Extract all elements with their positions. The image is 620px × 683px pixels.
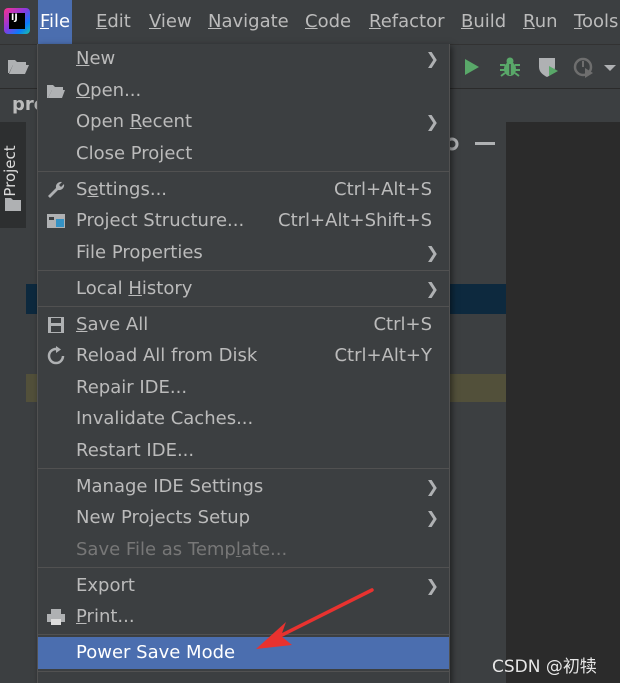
menu-item-open[interactable]: Open... (38, 76, 449, 106)
menu-item-file-properties[interactable]: File Properties ❯ (38, 238, 449, 268)
menu-file[interactable]: File (38, 0, 73, 44)
menu-item-save-file-as-template: Save File as Template... (76, 539, 288, 560)
menu-separator (38, 671, 449, 672)
folder-icon (47, 85, 65, 98)
menu-tools[interactable]: Tools (572, 0, 620, 44)
coverage-icon[interactable] (535, 54, 561, 80)
profiler-icon[interactable] (571, 54, 597, 80)
save-icon (48, 317, 64, 333)
menu-separator (38, 270, 449, 271)
editor-area (506, 122, 620, 683)
menu-item-new-projects-setup[interactable]: New Projects Setup ❯ (38, 503, 449, 533)
menu-item-invalidate-caches[interactable]: Invalidate Caches... (38, 404, 449, 434)
watermark: CSDN @初犊 (492, 657, 597, 677)
menu-view[interactable]: View (147, 0, 194, 44)
submenu-arrow-icon: ❯ (425, 477, 439, 496)
menu-item-restart-ide[interactable]: Restart IDE... (38, 436, 449, 466)
submenu-arrow-icon: ❯ (425, 576, 439, 595)
menu-item-local-history[interactable]: Local History ❯ (38, 274, 449, 304)
submenu-arrow-icon: ❯ (425, 279, 439, 298)
menu-refactor[interactable]: Refactor (367, 0, 447, 44)
left-tool-strip: Project (0, 122, 27, 683)
menu-bar: IJ File Edit View Navigate Code Refactor… (0, 0, 620, 44)
debug-icon[interactable] (497, 54, 523, 80)
menu-code[interactable]: Code (303, 0, 353, 44)
submenu-arrow-icon: ❯ (425, 49, 439, 68)
folder-icon (5, 198, 21, 211)
menu-item-reload-all[interactable]: Reload All from Disk Ctrl+Alt+Y (38, 341, 449, 371)
submenu-arrow-icon: ❯ (425, 243, 439, 262)
menu-separator (38, 567, 449, 568)
submenu-arrow-icon: ❯ (425, 508, 439, 527)
wrench-icon (48, 181, 65, 198)
open-folder-icon[interactable] (6, 56, 30, 76)
print-icon (47, 609, 65, 625)
menu-separator (38, 171, 449, 172)
menu-item-close-project[interactable]: Close Project (38, 139, 449, 169)
menu-item-export[interactable]: Export ❯ (38, 571, 449, 601)
ide-window: IJ File Edit View Navigate Code Refactor… (0, 0, 620, 683)
menu-separator (38, 306, 449, 307)
file-menu: New ❯ Open... Open Recent ❯ Close Projec… (37, 44, 450, 683)
menu-edit[interactable]: Edit (94, 0, 133, 44)
run-icon[interactable] (460, 56, 482, 78)
menu-item-repair-ide[interactable]: Repair IDE... (38, 373, 449, 403)
submenu-arrow-icon: ❯ (425, 112, 439, 131)
intellij-logo-icon[interactable]: IJ (4, 8, 30, 34)
menu-build[interactable]: Build (459, 0, 508, 44)
project-tool-tab[interactable]: Project (0, 122, 26, 228)
menu-navigate[interactable]: Navigate (206, 0, 291, 44)
menu-item-settings[interactable]: Settings... Ctrl+Alt+S (38, 175, 449, 205)
menu-item-new[interactable]: New ❯ (38, 44, 449, 74)
menu-item-save-all[interactable]: Save All Ctrl+S (38, 310, 449, 340)
chevron-down-icon[interactable] (603, 63, 617, 73)
menu-separator (38, 468, 449, 469)
menu-item-open-recent[interactable]: Open Recent ❯ (38, 107, 449, 137)
menu-item-print[interactable]: Print... (38, 602, 449, 632)
menu-separator (38, 634, 449, 635)
menu-run[interactable]: Run (521, 0, 560, 44)
menu-item-project-structure[interactable]: Project Structure... Ctrl+Alt+Shift+S (38, 206, 449, 236)
menu-item-power-save-mode[interactable]: Power Save Mode (38, 637, 449, 669)
minimize-icon[interactable] (475, 142, 495, 146)
project-structure-icon (47, 214, 65, 228)
menu-item-manage-ide-settings[interactable]: Manage IDE Settings ❯ (38, 472, 449, 502)
reload-icon (47, 346, 65, 365)
